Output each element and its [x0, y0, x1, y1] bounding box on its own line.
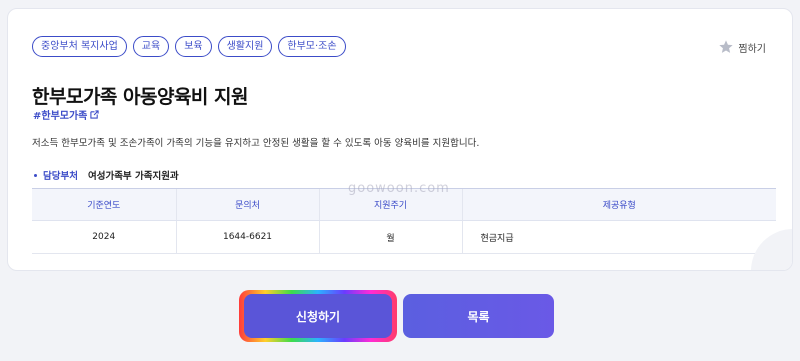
table-cell: 월 [318, 220, 462, 254]
program-description: 저소득 한부모가족 및 조손가족이 가족의 기능을 유지하고 안정된 생활을 할… [32, 138, 480, 149]
tag-list: 중앙부처 복지사업 교육 보육 생활지원 한부모·조손 [32, 36, 346, 57]
tag-item[interactable]: 한부모·조손 [278, 36, 346, 57]
table-cell: 2024 [32, 220, 176, 254]
hashtag-label: #한부모가족 [33, 111, 88, 122]
tag-item[interactable]: 보육 [175, 36, 212, 57]
table-header: 문의처 [175, 188, 319, 221]
table-cell: 현금지급 [461, 220, 776, 254]
external-link-icon [90, 110, 100, 119]
department-row: 담당부처 여성가족부 가족지원과 [32, 168, 179, 182]
department-label: 담당부처 [43, 171, 78, 182]
bookmark-button[interactable]: 찜하기 [718, 39, 766, 55]
bookmark-label: 찜하기 [738, 43, 766, 55]
program-card: 중앙부처 복지사업 교육 보육 생활지원 한부모·조손 찜하기 한부모가족 아동… [7, 8, 793, 271]
info-table: 기준연도 문의처 지원주기 제공유형 2024 1644-6621 월 현금지급 [32, 188, 776, 254]
tag-item[interactable]: 교육 [132, 36, 170, 57]
list-button[interactable]: 목록 [403, 294, 554, 338]
tag-item[interactable]: 생활지원 [217, 36, 273, 57]
table-cell: 1644-6621 [175, 220, 319, 254]
star-icon [719, 40, 734, 53]
bullet-icon [34, 173, 37, 177]
apply-button[interactable]: 신청하기 [244, 294, 392, 338]
page-title: 한부모가족 아동양육비 지원 [32, 86, 249, 108]
tag-item[interactable]: 중앙부처 복지사업 [32, 36, 127, 57]
table-row: 2024 1644-6621 월 현금지급 [32, 220, 776, 254]
table-header: 제공유형 [461, 188, 776, 221]
hashtag-link[interactable]: #한부모가족 [33, 107, 100, 122]
watermark: goowoon.com [348, 181, 450, 196]
department-value: 여성가족부 가족지원과 [87, 171, 179, 182]
table-header: 기준연도 [32, 188, 176, 221]
